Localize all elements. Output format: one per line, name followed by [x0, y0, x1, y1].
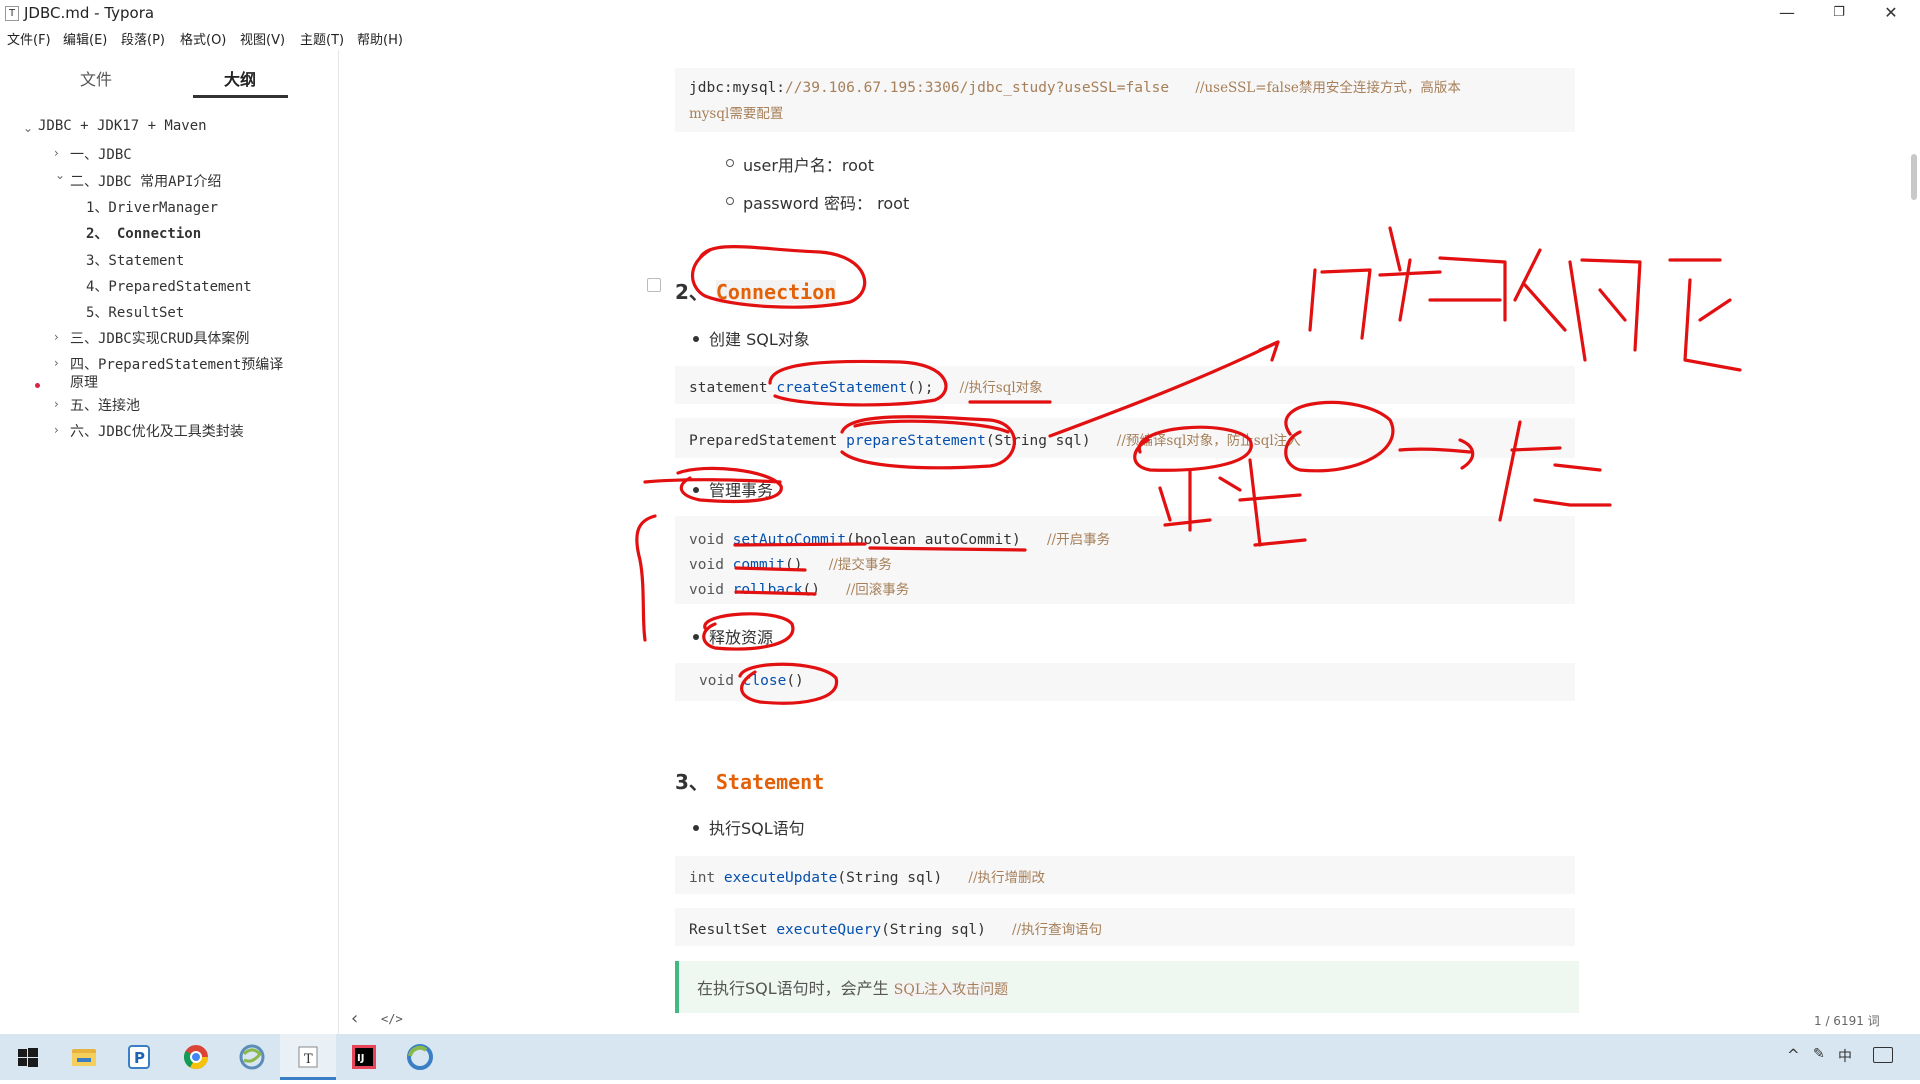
svg-text:T: T: [304, 1052, 313, 1067]
sidebar: 文件 大纲 ⌄ JDBC + JDK17 + Maven › 一、JDBC ⌄ …: [0, 50, 339, 1034]
code-line: mysql需要配置: [689, 106, 784, 122]
list-bullet: [726, 159, 734, 167]
list-bullet: [693, 487, 699, 493]
minimize-button[interactable]: —: [1764, 2, 1810, 24]
menu-file[interactable]: 文件(F): [7, 29, 51, 48]
window-title: JDBC.md - Typora: [24, 4, 155, 22]
notification-icon[interactable]: [1873, 1047, 1893, 1063]
text-exec-sql: 执行SQL语句: [709, 819, 805, 838]
tab-outline[interactable]: 大纲: [224, 66, 256, 90]
outline-item-crud[interactable]: 三、JDBC实现CRUD具体案例: [70, 328, 249, 348]
list-bullet: [693, 634, 699, 640]
code-block-transaction[interactable]: void setAutoCommit(boolean autoCommit) /…: [675, 516, 1575, 604]
chrome-icon[interactable]: [168, 1034, 224, 1080]
menu-bar: 文件(F) 编辑(E) 段落(P) 格式(O) 视图(V) 主题(T) 帮助(H…: [0, 26, 1920, 50]
heading-anchor-icon[interactable]: [647, 278, 661, 292]
menu-view[interactable]: 视图(V): [240, 29, 285, 48]
code-line: statement createStatement(); //执行sql对象: [689, 380, 1043, 396]
menu-paragraph[interactable]: 段落(P): [121, 29, 165, 48]
title-bar: T JDBC.md - Typora — ❐ ✕: [0, 0, 1920, 26]
svg-text:IJ: IJ: [357, 1053, 364, 1064]
tray-caret-icon[interactable]: ^: [1787, 1046, 1800, 1064]
code-line: int executeUpdate(String sql) //执行增删改: [689, 870, 1045, 886]
heading-connection: 2、 Connection: [675, 280, 837, 304]
list-bullet: [693, 825, 699, 831]
outline-item-preparedstatement[interactable]: 4、PreparedStatement: [86, 276, 252, 296]
taskbar: P T IJ ^ ✎ 中: [0, 1034, 1920, 1080]
code-line: void close(): [699, 673, 804, 689]
chevron-down-icon[interactable]: ⌄: [23, 121, 33, 135]
browser-icon[interactable]: [392, 1034, 448, 1080]
intellij-icon[interactable]: IJ: [336, 1034, 392, 1080]
outline-item-drivermanager[interactable]: 1、DriverManager: [86, 197, 218, 217]
source-mode-button[interactable]: </>: [381, 1012, 403, 1026]
menu-theme[interactable]: 主题(T): [300, 29, 344, 48]
code-block-update[interactable]: int executeUpdate(String sql) //执行增删改: [675, 856, 1575, 894]
scrollbar-thumb[interactable]: [1911, 154, 1917, 200]
menu-help[interactable]: 帮助(H): [357, 29, 403, 48]
p-app-icon[interactable]: P: [112, 1034, 168, 1080]
code-block-prepared[interactable]: PreparedStatement prepareStatement(Strin…: [675, 418, 1575, 458]
outline-item-pool[interactable]: 五、连接池: [70, 395, 140, 415]
tip-text: 在执行SQL语句时，会产生 SQL注入攻击问题: [697, 979, 1009, 998]
outline-item-jdbc[interactable]: 一、JDBC: [70, 144, 132, 164]
snake-app-icon[interactable]: [224, 1034, 280, 1080]
outline-item-precompile[interactable]: 四、PreparedStatement预编译: [70, 354, 283, 374]
chevron-right-icon[interactable]: ›: [54, 423, 59, 437]
current-position-dot: [35, 383, 40, 388]
outline-item-resultset[interactable]: 5、ResultSet: [86, 302, 184, 322]
word-count[interactable]: 1 / 6191 词: [1814, 1012, 1880, 1029]
text-user: user用户名：root: [743, 156, 874, 175]
editor[interactable]: jdbc:mysql://39.106.67.195:3306/jdbc_stu…: [339, 50, 1920, 1034]
pen-tray-icon[interactable]: ✎: [1813, 1046, 1825, 1062]
code-block-close[interactable]: void close(): [675, 663, 1575, 701]
status-bar: ‹ </> 1 / 6191 词: [339, 1006, 1920, 1034]
typora-app-icon: T: [5, 6, 19, 21]
code-line: jdbc:mysql://39.106.67.195:3306/jdbc_stu…: [689, 80, 1461, 96]
heading-statement: 3、 Statement: [675, 770, 825, 794]
outline-item-precompile-line2[interactable]: 原理: [70, 372, 98, 392]
maximize-button[interactable]: ❐: [1816, 2, 1862, 24]
tab-outline-underline: [193, 95, 288, 98]
start-icon[interactable]: [0, 1034, 56, 1080]
chevron-right-icon[interactable]: ›: [54, 397, 59, 411]
code-line: void rollback() //回滚事务: [689, 582, 910, 598]
text-create-sql: 创建 SQL对象: [709, 330, 810, 349]
tab-files[interactable]: 文件: [80, 66, 112, 90]
outline-item-api[interactable]: 二、JDBC 常用API介绍: [70, 171, 221, 191]
svg-text:P: P: [134, 1049, 145, 1067]
ime-indicator[interactable]: 中: [1838, 1046, 1852, 1066]
typora-icon[interactable]: T: [280, 1034, 336, 1080]
code-line: void setAutoCommit(boolean autoCommit) /…: [689, 532, 1111, 548]
text-transaction: 管理事务: [709, 481, 774, 500]
code-line: PreparedStatement prepareStatement(Strin…: [689, 433, 1301, 449]
chevron-right-icon[interactable]: ›: [54, 356, 59, 370]
text-password: password 密码： root: [743, 194, 910, 213]
code-block-statement[interactable]: statement createStatement(); //执行sql对象: [675, 366, 1575, 404]
menu-format[interactable]: 格式(O): [180, 29, 226, 48]
chevron-down-icon[interactable]: ⌄: [55, 168, 65, 182]
code-block-query[interactable]: ResultSet executeQuery(String sql) //执行查…: [675, 908, 1575, 946]
menu-edit[interactable]: 编辑(E): [63, 29, 107, 48]
list-bullet: [726, 197, 734, 205]
chevron-right-icon[interactable]: ›: [54, 146, 59, 160]
file-explorer-icon[interactable]: [56, 1034, 112, 1080]
outline-item-connection[interactable]: 2、 Connection: [86, 223, 201, 243]
code-line: ResultSet executeQuery(String sql) //执行查…: [689, 922, 1103, 938]
close-button[interactable]: ✕: [1868, 2, 1914, 24]
code-line: void commit() //提交事务: [689, 557, 892, 573]
back-button[interactable]: ‹: [351, 1008, 358, 1029]
chevron-right-icon[interactable]: ›: [54, 330, 59, 344]
outline-item-root[interactable]: JDBC + JDK17 + Maven: [38, 118, 207, 134]
list-bullet: [693, 336, 699, 342]
outline-item-statement[interactable]: 3、Statement: [86, 250, 184, 270]
code-block-url[interactable]: jdbc:mysql://39.106.67.195:3306/jdbc_stu…: [675, 68, 1575, 132]
outline-item-utils[interactable]: 六、JDBC优化及工具类封装: [70, 421, 244, 441]
text-release: 释放资源: [709, 628, 774, 647]
